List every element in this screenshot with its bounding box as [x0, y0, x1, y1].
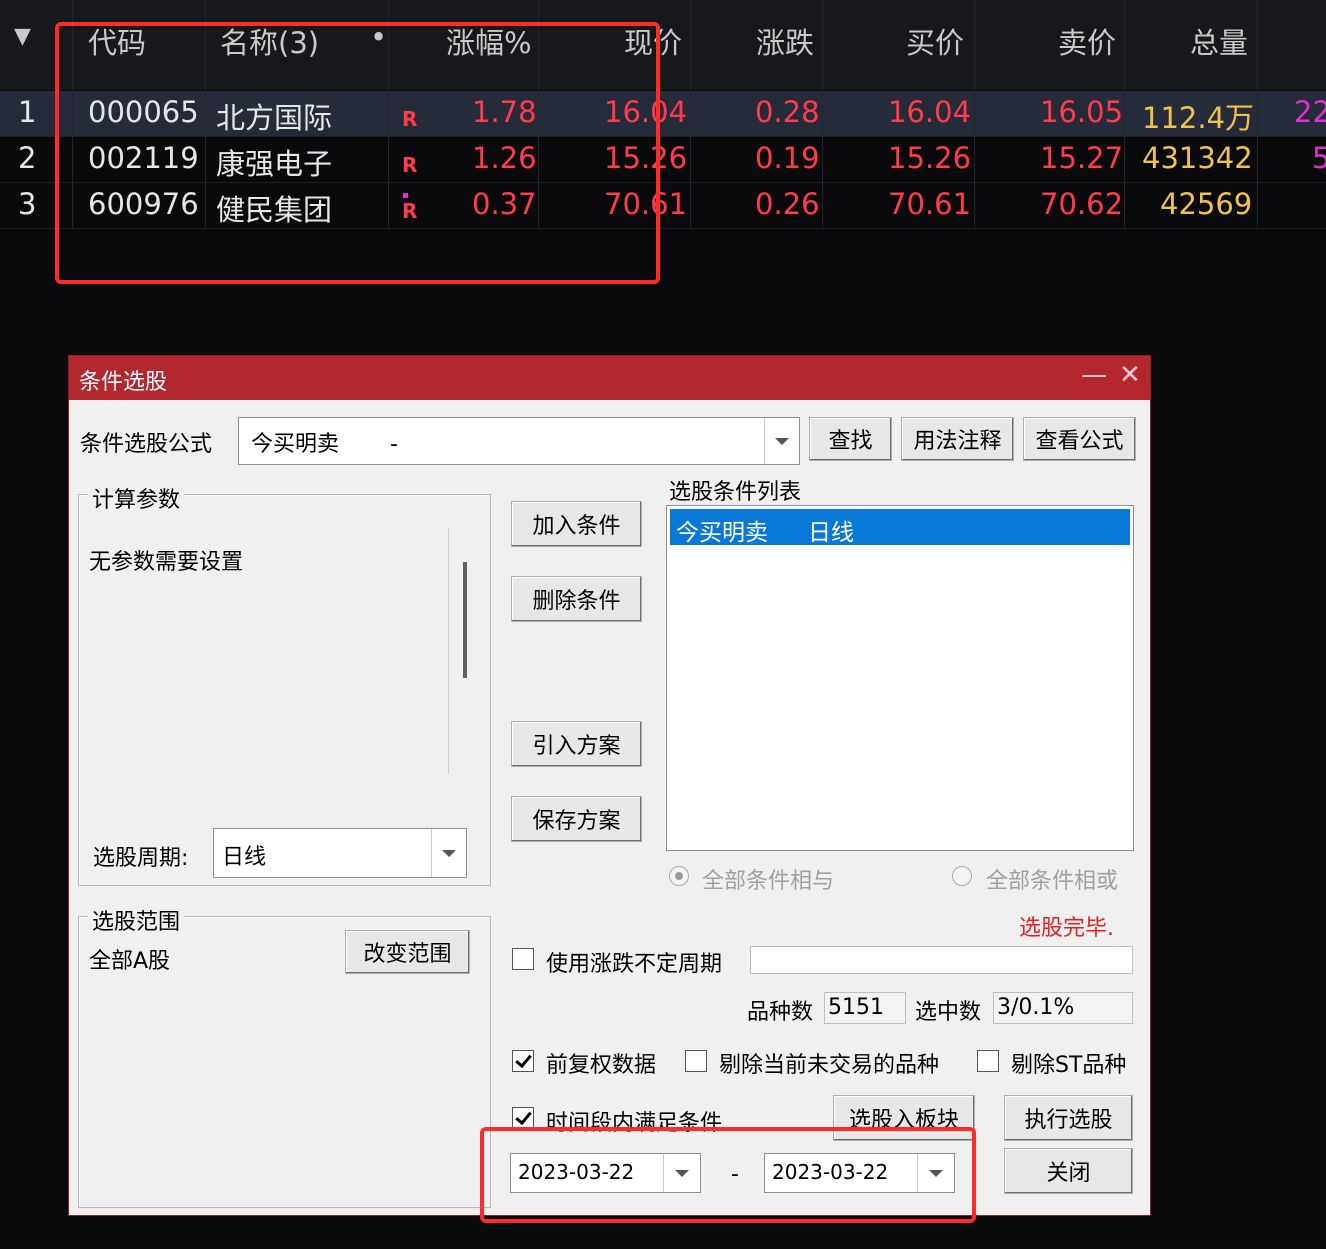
delete-condition-button[interactable]: 删除条件 [511, 576, 642, 622]
header-ask[interactable]: 卖价 [1058, 20, 1116, 62]
exclude-untraded-checkbox[interactable] [685, 1050, 707, 1072]
list-item-period: 日线 [808, 520, 854, 546]
row-extra: 22 [1294, 95, 1326, 129]
exclude-st-label: 剔除ST品种 [1011, 1053, 1127, 1078]
selected-value: 3/0.1% [997, 995, 1075, 1020]
radio-or[interactable] [952, 866, 972, 886]
forward-adjust-label: 前复权数据 [546, 1053, 657, 1078]
close-icon[interactable]: ✕ [1119, 360, 1141, 390]
scroll-track [448, 528, 449, 774]
row-index: 1 [18, 95, 37, 129]
header-bid[interactable]: 买价 [906, 20, 964, 62]
close-button[interactable]: 关闭 [1004, 1148, 1133, 1194]
uncertain-period-checkbox[interactable] [512, 948, 534, 970]
period-label: 选股周期: [93, 846, 189, 871]
dialog-title: 条件选股 [79, 370, 168, 395]
uncertain-period-label: 使用涨跌不定周期 [546, 952, 723, 977]
scope-value: 全部A股 [89, 949, 171, 974]
count-field: 5151 [824, 992, 906, 1024]
period-combo[interactable]: 日线 [213, 828, 467, 878]
row-change: 0.19 [755, 141, 820, 175]
row-bid: 16.04 [888, 95, 972, 129]
row-ask: 70.62 [1040, 187, 1124, 221]
count-value: 5151 [828, 995, 884, 1020]
exclude-untraded-label: 剔除当前未交易的品种 [719, 1053, 940, 1078]
formula-combo[interactable]: 今买明卖 - [238, 417, 800, 465]
column-divider [974, 0, 975, 228]
list-item[interactable]: 今买明卖 日线 [670, 509, 1130, 546]
radio-and[interactable] [669, 866, 689, 886]
uncertain-period-input[interactable] [750, 946, 1133, 974]
find-button[interactable]: 查找 [809, 417, 892, 461]
row-extra: 5 [1312, 141, 1326, 175]
view-formula-button[interactable]: 查看公式 [1023, 417, 1136, 461]
header-volume[interactable]: 总量 [1190, 20, 1248, 62]
selected-field: 3/0.1% [993, 992, 1133, 1024]
row-ask: 15.27 [1040, 141, 1124, 175]
condition-list[interactable]: 今买明卖 日线 [666, 505, 1134, 851]
row-bid: 15.26 [888, 141, 972, 175]
radio-or-label: 全部条件相或 [986, 869, 1119, 894]
highlight-box-dates [480, 1127, 976, 1223]
chevron-down-icon[interactable] [431, 829, 466, 877]
formula-label: 条件选股公式 [80, 432, 213, 457]
params-text: 无参数需要设置 [89, 550, 244, 575]
row-ask: 16.05 [1040, 95, 1124, 129]
params-group-label: 计算参数 [88, 482, 185, 514]
selected-label: 选中数 [915, 1000, 982, 1025]
row-volume: 112.4万 [1142, 101, 1255, 135]
forward-adjust-checkbox[interactable] [512, 1050, 534, 1072]
chevron-down-icon[interactable] [764, 418, 799, 464]
dialog-titlebar[interactable]: 条件选股 — ✕ [69, 356, 1150, 400]
period-value: 日线 [222, 845, 267, 870]
time-range-checkbox[interactable] [512, 1107, 534, 1129]
minimize-icon[interactable]: — [1081, 360, 1107, 390]
column-divider [1124, 0, 1125, 228]
condition-selection-dialog: 条件选股 — ✕ 条件选股公式 今买明卖 - 查找 用法注释 查看公式 计算参数… [68, 355, 1151, 1216]
row-index: 2 [18, 141, 37, 175]
add-condition-button[interactable]: 加入条件 [511, 501, 642, 547]
import-plan-button[interactable]: 引入方案 [511, 721, 642, 767]
row-volume: 431342 [1142, 141, 1253, 175]
row-change: 0.28 [755, 95, 820, 129]
radio-and-label: 全部条件相与 [702, 869, 835, 894]
highlight-box-table [55, 22, 660, 284]
column-divider [1257, 0, 1258, 228]
column-divider [690, 0, 691, 228]
formula-value: 今买明卖 - [251, 432, 398, 457]
save-plan-button[interactable]: 保存方案 [511, 796, 642, 842]
scope-group-label: 选股范围 [88, 904, 185, 936]
exclude-st-checkbox[interactable] [977, 1050, 999, 1072]
status-text: 选股完毕. [1019, 916, 1114, 941]
row-change: 0.26 [755, 187, 820, 221]
scrollbar-thumb[interactable] [463, 562, 467, 678]
column-menu-icon[interactable]: ▼ [14, 24, 31, 49]
count-label: 品种数 [747, 1000, 814, 1025]
column-divider [822, 0, 823, 228]
usage-notes-button[interactable]: 用法注释 [901, 417, 1014, 461]
row-bid: 70.61 [888, 187, 972, 221]
row-index: 3 [18, 187, 37, 221]
execute-selection-button[interactable]: 执行选股 [1004, 1095, 1133, 1141]
header-change[interactable]: 涨跌 [756, 20, 814, 62]
change-scope-button[interactable]: 改变范围 [345, 930, 470, 974]
row-volume: 42569 [1160, 187, 1253, 221]
list-item-name: 今买明卖 [676, 520, 768, 546]
condition-list-label: 选股条件列表 [669, 480, 802, 505]
